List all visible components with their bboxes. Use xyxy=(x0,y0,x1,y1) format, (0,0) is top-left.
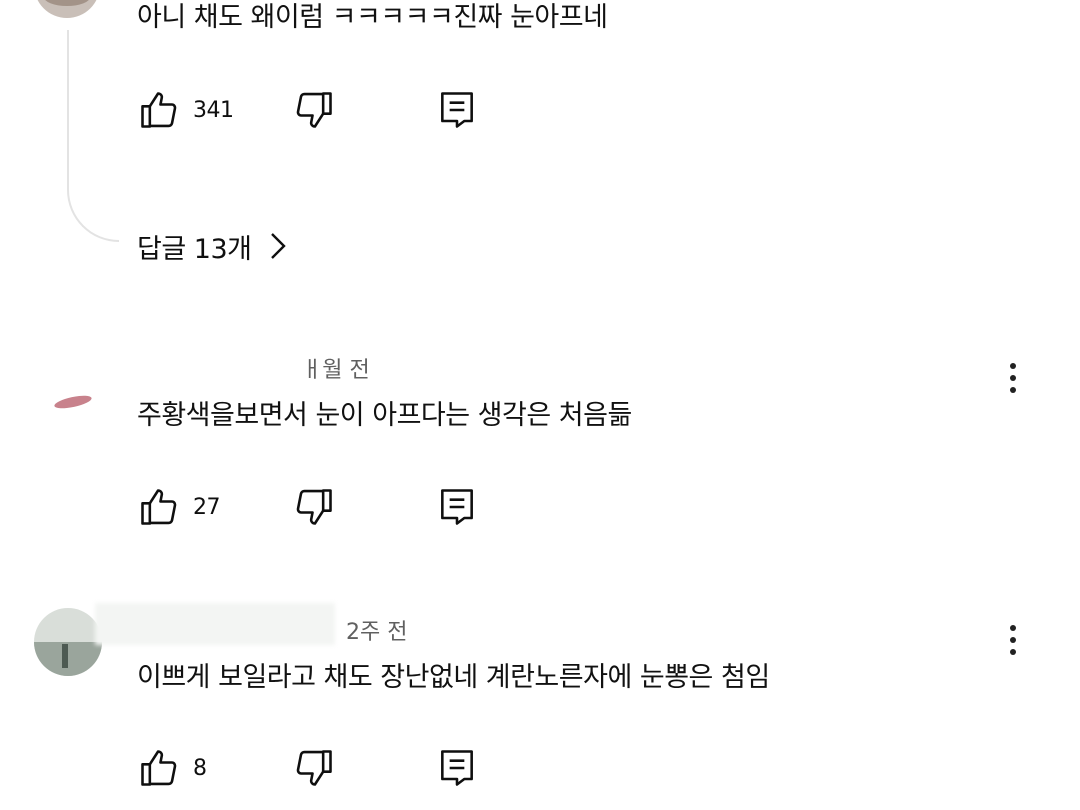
thumbs-up-icon xyxy=(141,750,177,786)
comment-text: 이쁘게 보일라고 채도 장난없네 계란노른자에 눈뽕은 첨임 xyxy=(137,662,770,693)
like-count: 341 xyxy=(193,97,234,123)
reply-thread-connector xyxy=(67,30,119,242)
like-button[interactable]: 8 xyxy=(137,746,207,790)
thumbs-down-icon xyxy=(296,489,332,525)
comment-timestamp: 2주 전 xyxy=(346,620,408,645)
reply-icon xyxy=(441,489,473,525)
redacted-username xyxy=(137,352,307,378)
reply-button[interactable] xyxy=(435,88,479,132)
more-options-button[interactable] xyxy=(1000,356,1026,400)
more-options-button[interactable] xyxy=(1000,618,1026,662)
comment-text: 주황색을보면서 눈이 아프다는 생각은 처음듦 xyxy=(137,400,632,431)
like-count: 8 xyxy=(193,755,207,781)
reply-button[interactable] xyxy=(435,485,479,529)
dislike-button[interactable] xyxy=(292,485,336,529)
like-button[interactable]: 27 xyxy=(137,485,221,529)
dislike-button[interactable] xyxy=(292,746,336,790)
thumbs-down-icon xyxy=(296,750,332,786)
reply-icon xyxy=(441,750,473,786)
thumbs-down-icon xyxy=(296,92,332,128)
avatar[interactable] xyxy=(34,608,102,676)
like-button[interactable]: 341 xyxy=(137,88,234,132)
comment-timestamp: ㅐ월 전 xyxy=(302,358,370,383)
like-count: 27 xyxy=(193,494,221,520)
redacted-username xyxy=(95,603,335,645)
thumbs-up-icon xyxy=(141,489,177,525)
chevron-right-icon xyxy=(271,233,287,259)
reply-button[interactable] xyxy=(435,746,479,790)
comment-text: 아니 채도 왜이럼 ㅋㅋㅋㅋㅋ진짜 눈아프네 xyxy=(137,2,608,33)
avatar[interactable] xyxy=(34,345,100,411)
dislike-button[interactable] xyxy=(292,88,336,132)
avatar[interactable] xyxy=(34,0,100,18)
thumbs-up-icon xyxy=(141,92,177,128)
replies-label: 답글 13개 xyxy=(137,233,252,265)
view-replies-button[interactable]: 답글 13개 xyxy=(137,226,289,266)
reply-icon xyxy=(441,92,473,128)
